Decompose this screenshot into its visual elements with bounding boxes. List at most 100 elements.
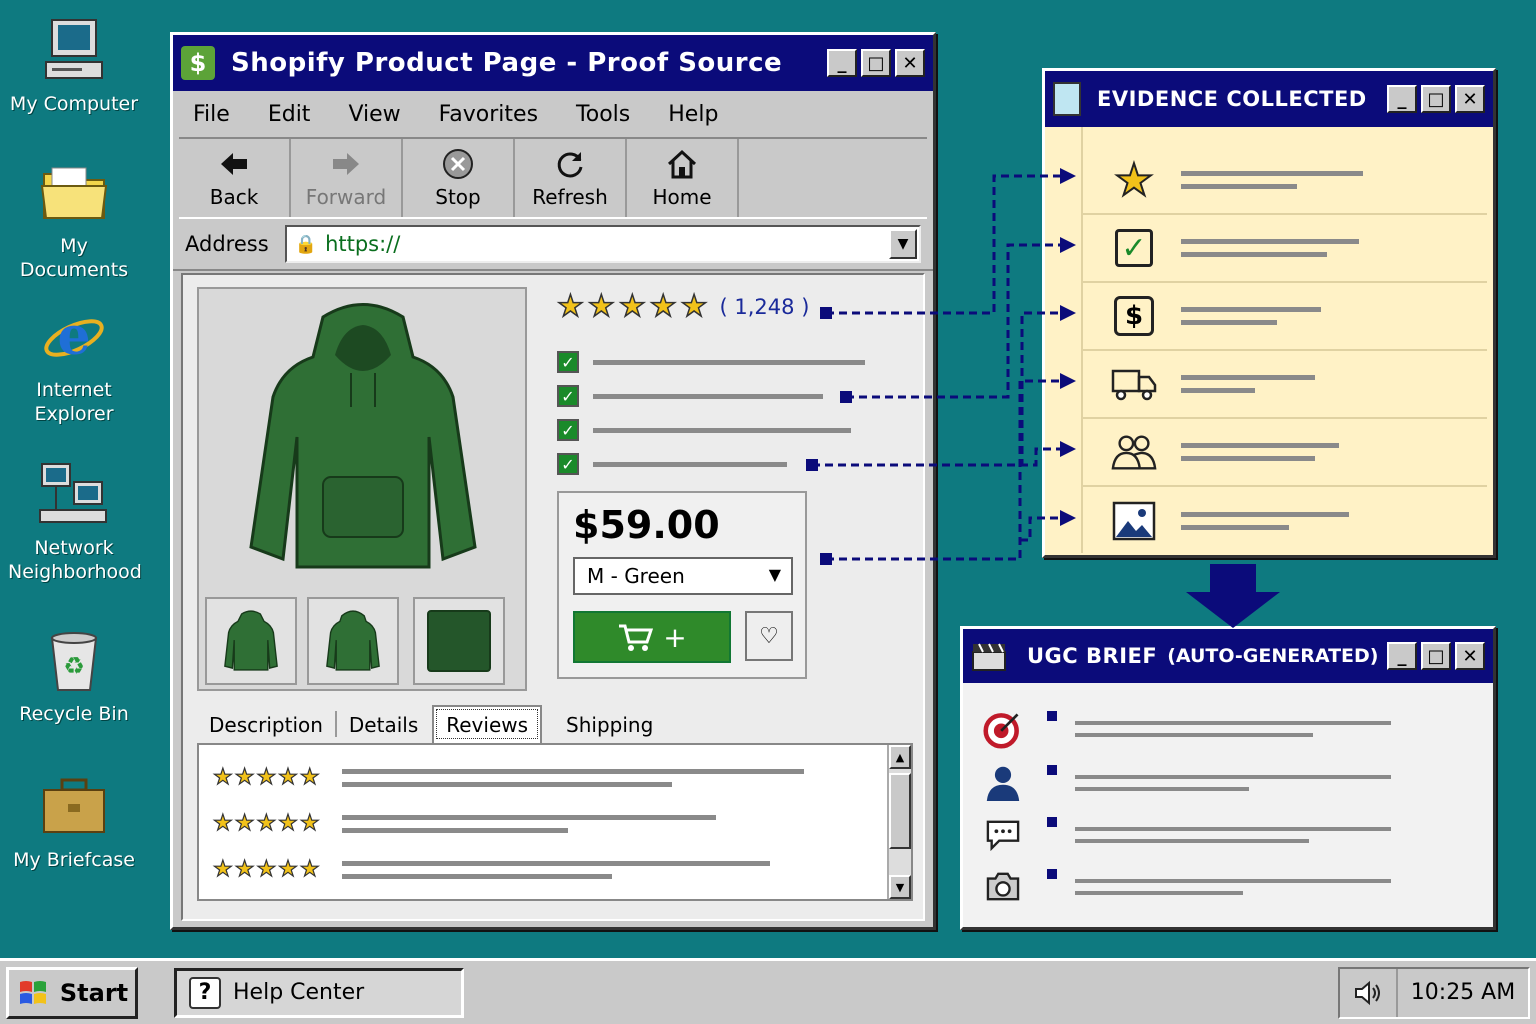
- back-button[interactable]: Back: [179, 139, 291, 217]
- address-dropdown-button[interactable]: ▼: [889, 229, 917, 259]
- briefcase-icon: [43, 778, 105, 833]
- address-input[interactable]: 🔒 https:// ▼: [284, 225, 921, 263]
- lock-icon: 🔒: [294, 233, 318, 255]
- brief-row-goal: [981, 707, 1391, 751]
- hoodie-thumb-icon: [326, 610, 380, 671]
- thumbnail-back[interactable]: [307, 597, 399, 685]
- variant-select[interactable]: M - Green ▼: [573, 557, 793, 595]
- menu-edit[interactable]: Edit: [268, 102, 311, 127]
- address-value: https://: [325, 232, 401, 256]
- menu-view[interactable]: View: [348, 102, 400, 127]
- desktop-icon-my-briefcase[interactable]: My Briefcase: [8, 770, 140, 872]
- evidence-title: EVIDENCE COLLECTED: [1097, 87, 1367, 111]
- brief-row-audience: [981, 761, 1391, 805]
- thumbnail-fabric[interactable]: [413, 597, 505, 685]
- clapperboard-icon: [972, 643, 1006, 671]
- stop-label: Stop: [435, 185, 481, 209]
- close-button[interactable]: ✕: [895, 49, 925, 77]
- star-icon: ★: [1113, 154, 1154, 207]
- tab-description[interactable]: Description: [197, 707, 335, 743]
- desktop-icon-recycle-bin[interactable]: ♻ Recycle Bin: [8, 624, 140, 726]
- desktop-icon-label: My Documents: [19, 235, 129, 281]
- feature-checklist: ✓ ✓ ✓ ✓: [557, 345, 865, 481]
- refresh-label: Refresh: [532, 185, 608, 209]
- stop-button[interactable]: Stop: [403, 139, 515, 217]
- forward-button[interactable]: Forward: [291, 139, 403, 217]
- check-icon: ✓: [557, 351, 579, 373]
- evidence-window: EVIDENCE COLLECTED _ □ ✕ ★ ✓ $: [1042, 68, 1496, 558]
- review-count[interactable]: ( 1,248 ): [720, 295, 810, 319]
- menu-file[interactable]: File: [193, 102, 230, 127]
- menu-tools[interactable]: Tools: [576, 102, 630, 127]
- product-rating: ★ ★ ★ ★ ★ ( 1,248 ): [556, 288, 810, 325]
- cart-icon: [619, 624, 654, 651]
- refresh-button[interactable]: Refresh: [515, 139, 627, 217]
- check-icon: ✓: [557, 453, 579, 475]
- computer-icon: [45, 19, 103, 79]
- tab-shipping[interactable]: Shipping: [554, 707, 665, 743]
- image-icon: [1111, 498, 1157, 544]
- evidence-row-social: [1083, 419, 1487, 487]
- tab-details[interactable]: Details: [337, 707, 430, 743]
- brief-title: UGC BRIEF: [1027, 644, 1158, 668]
- truck-icon: [1111, 361, 1157, 407]
- wishlist-button[interactable]: ♡: [745, 611, 793, 661]
- maximize-button[interactable]: □: [861, 49, 891, 77]
- desktop-icon-label: Internet Explorer: [34, 379, 114, 425]
- maximize-button[interactable]: □: [1421, 85, 1451, 113]
- star-icon: ★: [680, 288, 708, 325]
- add-symbol: +: [663, 620, 687, 654]
- maximize-button[interactable]: □: [1421, 642, 1451, 670]
- home-button[interactable]: Home: [627, 139, 739, 217]
- task-label: Help Center: [233, 980, 365, 1005]
- menu-favorites[interactable]: Favorites: [439, 102, 538, 127]
- internet-explorer-icon: e: [44, 306, 104, 367]
- stop-icon: [443, 149, 473, 179]
- desktop-icon-my-documents[interactable]: My Documents: [8, 156, 140, 282]
- network-icon: [39, 463, 107, 523]
- feature-item: ✓: [557, 379, 865, 413]
- review-item: ★★★★★: [212, 856, 770, 883]
- reviews-scrollbar[interactable]: ▲ ▼: [887, 745, 911, 899]
- start-button[interactable]: Start: [6, 966, 138, 1019]
- desktop-icon-label: Network Neighborhood: [8, 537, 142, 583]
- scroll-down-button[interactable]: ▼: [889, 875, 911, 899]
- check-icon: ✓: [557, 419, 579, 441]
- recycle-bin-icon: ♻: [50, 632, 98, 691]
- scroll-thumb[interactable]: [889, 773, 911, 849]
- volume-icon[interactable]: [1340, 968, 1398, 1017]
- clock: 10:25 AM: [1410, 980, 1516, 1005]
- desktop-icon-network[interactable]: Network Neighborhood: [8, 458, 142, 584]
- minimize-button[interactable]: _: [827, 49, 857, 77]
- forward-arrow-icon: [333, 153, 359, 175]
- brief-titlebar[interactable]: UGC BRIEF (AUTO-GENERATED) _ □ ✕: [963, 629, 1493, 683]
- close-button[interactable]: ✕: [1455, 642, 1485, 670]
- dollar-icon: $: [1111, 293, 1157, 339]
- evidence-titlebar[interactable]: EVIDENCE COLLECTED _ □ ✕: [1045, 71, 1493, 127]
- hoodie-thumb-icon: [224, 610, 278, 671]
- fabric-swatch: [427, 610, 491, 672]
- minimize-button[interactable]: _: [1387, 85, 1417, 113]
- window-title: Shopify Product Page - Proof Source: [231, 48, 783, 78]
- svg-text:♻: ♻: [63, 652, 85, 680]
- close-button[interactable]: ✕: [1455, 85, 1485, 113]
- review-stars: ★★★★★: [212, 856, 322, 882]
- evidence-row-features: ✓: [1083, 215, 1487, 283]
- ugc-brief-window: UGC BRIEF (AUTO-GENERATED) _ □ ✕: [960, 626, 1496, 930]
- browser-titlebar[interactable]: $ Shopify Product Page - Proof Source _ …: [173, 35, 933, 91]
- notepad-icon: [1053, 82, 1081, 116]
- review-stars: ★★★★★: [212, 810, 322, 836]
- tab-reviews[interactable]: Reviews: [432, 705, 543, 743]
- down-arrow-icon: [1186, 564, 1280, 628]
- scroll-up-button[interactable]: ▲: [889, 745, 911, 769]
- menu-help[interactable]: Help: [668, 102, 718, 127]
- evidence-row-price: $: [1083, 283, 1487, 351]
- thumbnail-front[interactable]: [205, 597, 297, 685]
- add-to-cart-button[interactable]: +: [573, 611, 731, 663]
- taskbar-item-help-center[interactable]: ? Help Center: [174, 967, 464, 1018]
- desktop-icon-my-computer[interactable]: My Computer: [8, 14, 140, 116]
- brief-subtitle: (AUTO-GENERATED): [1167, 645, 1379, 667]
- help-icon: ?: [189, 976, 221, 1009]
- desktop-icon-internet-explorer[interactable]: e Internet Explorer: [8, 300, 140, 426]
- minimize-button[interactable]: _: [1387, 642, 1417, 670]
